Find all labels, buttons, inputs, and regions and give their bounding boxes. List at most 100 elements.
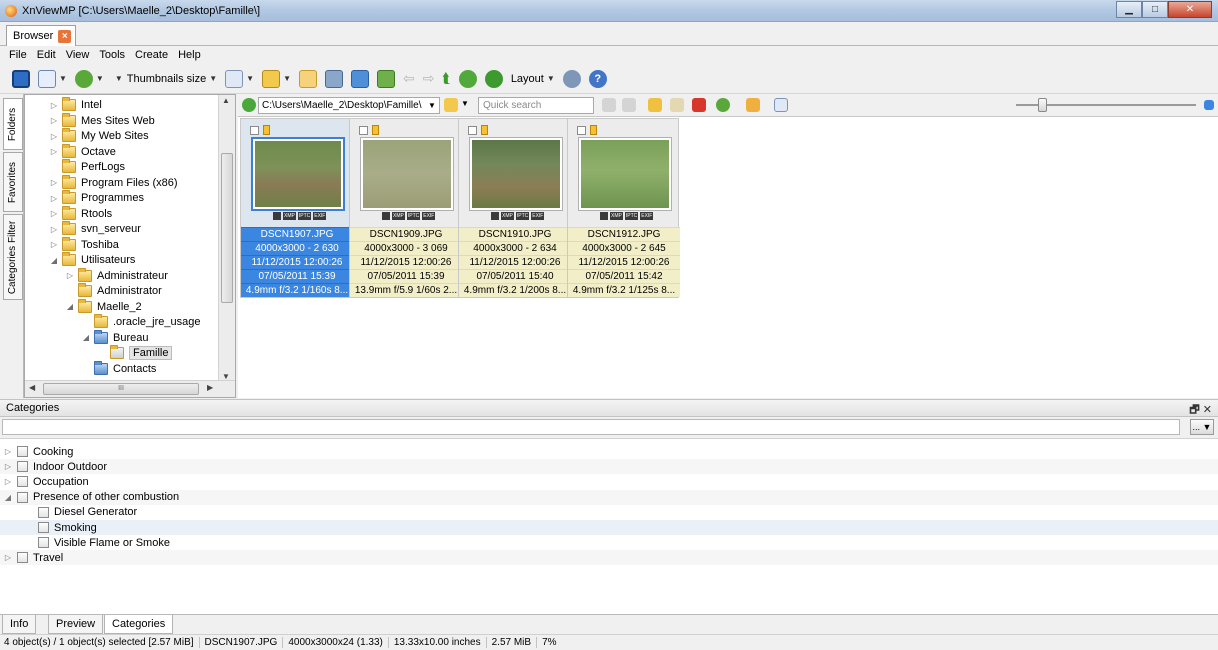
category-item[interactable]: ▷ Travel (0, 550, 1218, 566)
categories-menu-dropdown[interactable]: ... ▼ (1190, 419, 1214, 435)
parent-folder-button[interactable]: ⮬ (442, 70, 450, 87)
close-window-button[interactable]: ✕ (1168, 1, 1212, 18)
menu-create[interactable]: Create (130, 49, 173, 61)
collapsed-arrow-icon[interactable]: ▷ (3, 447, 13, 456)
bookmark-flag-icon[interactable] (590, 125, 597, 135)
bookmark-flag-icon[interactable] (263, 125, 270, 135)
help-button[interactable]: ? (588, 69, 607, 88)
tree-item[interactable]: ▷ Administrateur (65, 267, 168, 284)
category-checkbox[interactable] (17, 491, 28, 503)
menu-view[interactable]: View (61, 49, 95, 61)
edit-icon[interactable] (670, 98, 684, 112)
tree-item[interactable]: ▷ Toshiba (49, 236, 119, 253)
tab-browser[interactable]: Browser × (6, 25, 77, 46)
tree-item[interactable]: ◢ Utilisateurs (49, 252, 135, 268)
thumbnail-item[interactable]: XMP IPTC EXIF DSCN1912.JPG 4000x3000 - 2 645… (567, 118, 680, 298)
tree-item[interactable]: ▷ svn_serveur (49, 221, 141, 237)
path-input[interactable]: C:\Users\Maelle_2\Desktop\Famille\ ▼ (258, 97, 440, 114)
category-checkbox[interactable] (17, 476, 28, 488)
new-folder-icon[interactable] (648, 98, 662, 112)
thumbnail-item[interactable]: XMP IPTC EXIF DSCN1910.JPG 4000x3000 - 2 634… (458, 118, 571, 298)
delete-icon[interactable] (692, 98, 706, 112)
categories-panel-controls[interactable]: 🗗 ✕ (1189, 401, 1212, 420)
thumbnail-item[interactable]: XMP IPTC EXIF DSCN1909.JPG 4000x3000 - 3 069… (349, 118, 462, 298)
thumbnail-image[interactable] (578, 137, 672, 211)
expanded-arrow-icon[interactable]: ◢ (3, 493, 13, 502)
collapsed-arrow-icon[interactable]: ▷ (49, 178, 59, 187)
tree-item[interactable]: ▷ Mes Sites Web (49, 112, 155, 129)
filter-funnel-icon[interactable] (746, 98, 760, 112)
back-button[interactable]: ⇦ (403, 70, 415, 87)
collapsed-arrow-icon[interactable]: ▷ (49, 116, 59, 125)
slideshow-button[interactable] (351, 69, 370, 88)
thumbnail-image[interactable] (360, 137, 454, 211)
nav-back-icon[interactable] (602, 98, 616, 112)
collapsed-arrow-icon[interactable]: ▷ (49, 209, 59, 218)
tab-info[interactable]: Info (2, 615, 37, 634)
tab-preview[interactable]: Preview (48, 615, 104, 634)
menu-edit[interactable]: Edit (32, 49, 61, 61)
go-up-icon[interactable] (242, 98, 256, 112)
expanded-arrow-icon[interactable]: ◢ (81, 333, 91, 342)
favorite-dropdown-icon[interactable]: ▼ (461, 99, 469, 108)
sort-button[interactable]: ▼ (74, 69, 104, 88)
category-checkbox[interactable] (17, 461, 28, 473)
view-mode-button[interactable]: ▼ (38, 69, 67, 88)
side-tab-categories-filter[interactable]: Categories Filter (3, 214, 23, 300)
tree-item[interactable]: .oracle_jre_usage (81, 314, 200, 330)
settings-button[interactable] (562, 69, 581, 88)
tree-item[interactable]: Famille (97, 345, 173, 361)
category-item[interactable]: ▷ Occupation (0, 474, 1218, 489)
favorite-star-icon[interactable] (444, 98, 458, 112)
tree-item[interactable]: ▷ Intel (49, 97, 102, 113)
thumbnail-zoom-slider-handle[interactable] (1038, 98, 1047, 112)
collapsed-arrow-icon[interactable]: ▷ (49, 132, 59, 141)
bookmark-flag-icon[interactable] (481, 125, 488, 135)
collapsed-arrow-icon[interactable]: ▷ (49, 240, 59, 249)
expanded-arrow-icon[interactable]: ◢ (65, 302, 75, 311)
tree-hscroll-thumb[interactable]: III (43, 383, 199, 395)
tree-vertical-scrollbar[interactable]: ▲ ▼ (218, 95, 235, 382)
maximize-button[interactable]: □ (1142, 1, 1168, 18)
minimize-button[interactable]: ▁ (1116, 1, 1142, 18)
thumbnail-view-icon[interactable] (774, 98, 788, 112)
layout-button[interactable]: Layout ▼ (511, 73, 555, 85)
forward-button[interactable]: ⇨ (423, 70, 435, 87)
menu-help[interactable]: Help (173, 49, 206, 61)
thumbnail-item[interactable]: XMP IPTC EXIF DSCN1907.JPG 4000x3000 - 2 630… (240, 118, 353, 298)
camera-button[interactable] (325, 69, 344, 88)
collapsed-arrow-icon[interactable]: ▷ (3, 462, 13, 471)
tree-item[interactable]: ▷ Program Files (x86) (49, 174, 178, 191)
category-item[interactable]: Visible Flame or Smoke (0, 535, 1218, 550)
tree-item[interactable]: ◢ Bureau (81, 329, 148, 346)
tree-item[interactable]: ▷ Octave (49, 143, 116, 160)
tab-categories[interactable]: Categories (104, 615, 174, 634)
collapsed-arrow-icon[interactable]: ▷ (49, 194, 59, 203)
collapsed-arrow-icon[interactable]: ▷ (3, 553, 13, 562)
thumbnail-checkbox[interactable] (359, 126, 368, 135)
collapsed-arrow-icon[interactable]: ▷ (49, 147, 59, 156)
menu-file[interactable]: File (4, 49, 32, 61)
tree-item[interactable]: PerfLogs (49, 159, 125, 175)
fullscreen-button[interactable] (12, 69, 30, 88)
category-checkbox[interactable] (38, 537, 49, 549)
thumbnail-image[interactable] (251, 137, 345, 211)
collapsed-arrow-icon[interactable]: ▷ (65, 271, 75, 280)
tree-item[interactable]: ▷ Programmes (49, 190, 144, 206)
collapsed-arrow-icon[interactable]: ▷ (49, 101, 59, 110)
category-checkbox[interactable] (17, 552, 28, 564)
tree-vscroll-thumb[interactable] (221, 153, 233, 303)
category-checkbox[interactable] (38, 522, 49, 533)
quick-search-input[interactable]: Quick search (478, 97, 594, 114)
thumbnail-checkbox[interactable] (577, 126, 586, 135)
thumbnail-checkbox[interactable] (468, 126, 477, 135)
tree-item[interactable]: ◢ Maelle_2 (65, 298, 142, 315)
category-item[interactable]: Diesel Generator (0, 505, 1218, 520)
categories-filter-input[interactable] (2, 419, 1180, 435)
thumbnails-size-button[interactable]: ▼ Thumbnails size ▼ (112, 73, 217, 85)
expanded-arrow-icon[interactable]: ◢ (49, 256, 59, 265)
filter-button[interactable]: ▼ (225, 69, 254, 88)
sort-icon[interactable] (716, 98, 730, 112)
category-item[interactable]: Smoking (0, 520, 1218, 535)
tree-item[interactable]: ▷ Rtools (49, 205, 112, 222)
